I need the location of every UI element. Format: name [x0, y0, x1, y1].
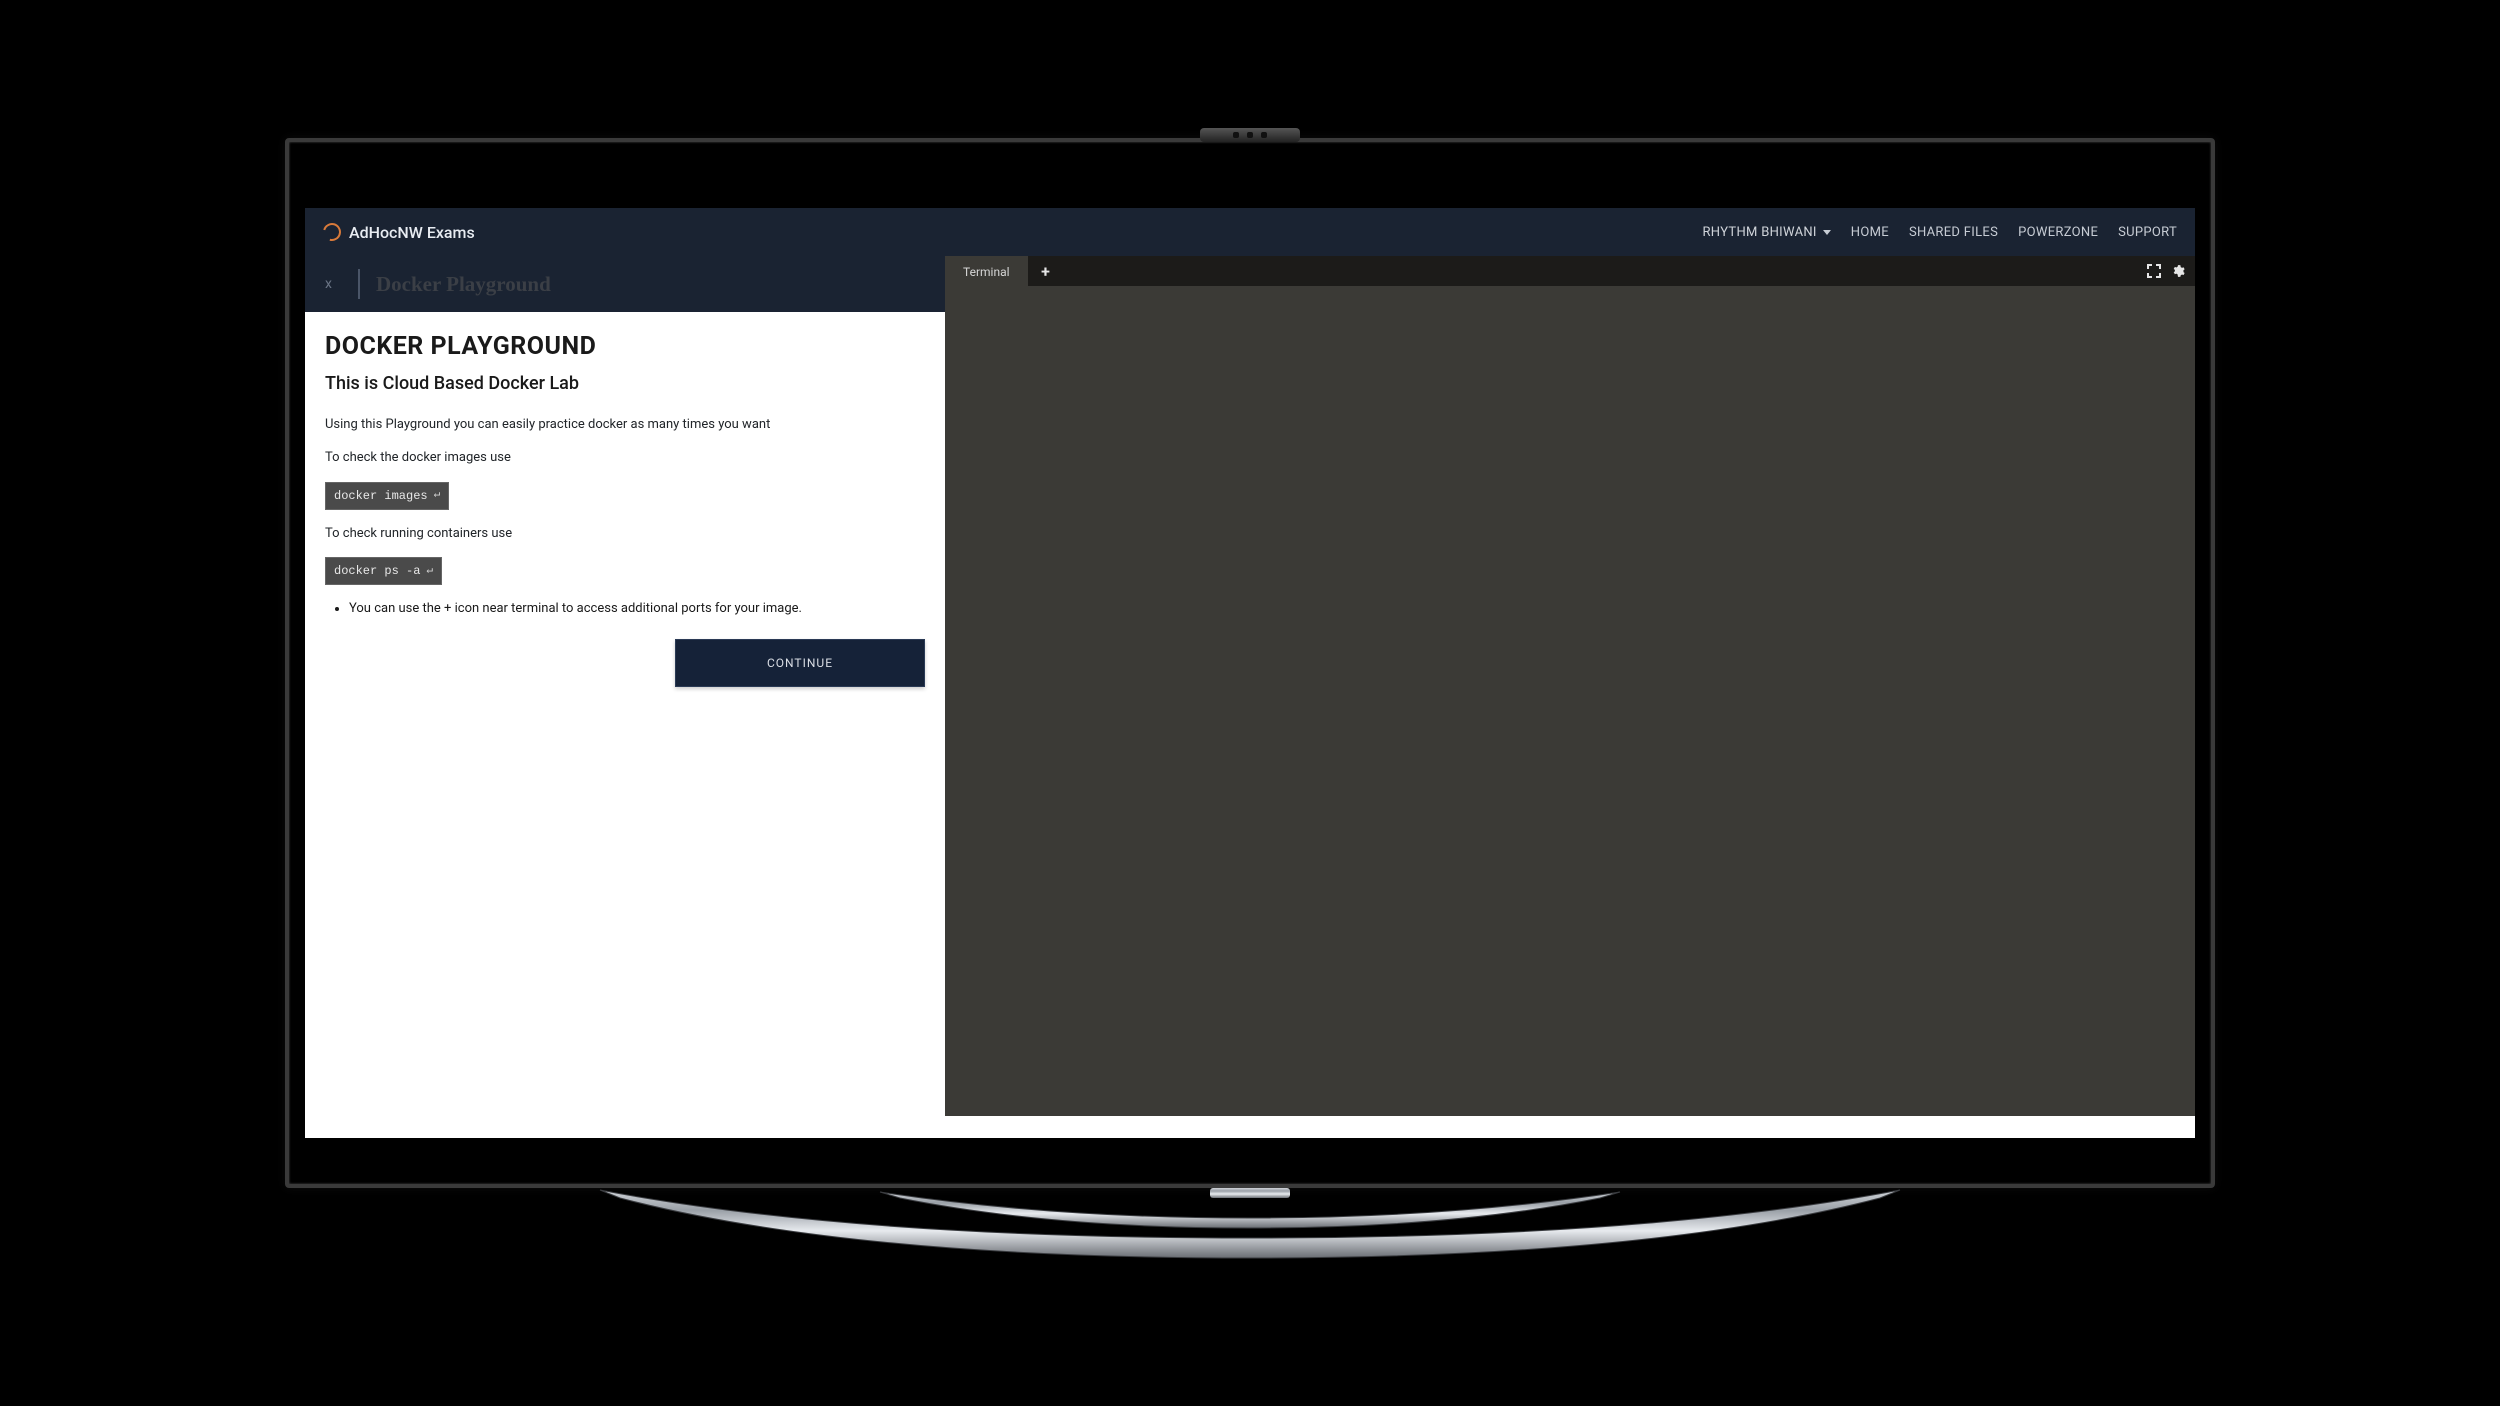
nav-link-support[interactable]: SUPPORT — [2118, 225, 2177, 240]
enter-icon: ↵ — [434, 487, 441, 504]
instructions-tab-header: x Docker Playground — [305, 256, 945, 312]
close-instructions-button[interactable]: x — [325, 276, 342, 292]
nav-link-powerzone[interactable]: POWERZONE — [2018, 225, 2098, 240]
nav-user-menu[interactable]: RHYTHM BHIWANI — [1702, 225, 1830, 240]
brand-text: AdHocNW Exams — [349, 223, 475, 242]
nav-user-name: RHYTHM BHIWANI — [1702, 225, 1816, 240]
app-window: AdHocNW Exams RHYTHM BHIWANI HOME SHARED… — [305, 208, 2195, 1138]
instructions-panel: x Docker Playground DOCKER PLAYGROUND Th… — [305, 256, 945, 1116]
terminal-tab-bar: Terminal + — [945, 256, 2195, 286]
doc-heading: DOCKER PLAYGROUND — [325, 328, 925, 366]
bottom-strip — [305, 1116, 2195, 1138]
add-terminal-button[interactable]: + — [1028, 256, 1064, 286]
terminal-panel: Terminal + — [945, 256, 2195, 1116]
nav-right: RHYTHM BHIWANI HOME SHARED FILES POWERZO… — [1702, 225, 2177, 240]
doc-bullet-ports: You can use the + icon near terminal to … — [349, 599, 925, 619]
code-text: docker images — [334, 487, 428, 505]
fullscreen-button[interactable] — [2147, 264, 2161, 278]
terminal-body[interactable] — [945, 286, 2195, 1116]
terminal-tab[interactable]: Terminal — [945, 256, 1028, 286]
doc-subheading: This is Cloud Based Docker Lab — [325, 370, 925, 397]
tv-stand — [450, 1188, 2050, 1268]
tv-frame: AdHocNW Exams RHYTHM BHIWANI HOME SHARED… — [285, 138, 2215, 1268]
tv-bezel: AdHocNW Exams RHYTHM BHIWANI HOME SHARED… — [285, 138, 2215, 1188]
nav-link-shared-files[interactable]: SHARED FILES — [1909, 225, 1998, 240]
gear-icon — [2171, 264, 2185, 278]
doc-bullets: You can use the + icon near terminal to … — [349, 599, 925, 619]
brand[interactable]: AdHocNW Exams — [323, 223, 475, 242]
brand-logo-icon — [320, 220, 345, 245]
workspace: x Docker Playground DOCKER PLAYGROUND Th… — [305, 256, 2195, 1116]
caret-down-icon — [1823, 230, 1831, 235]
screen: AdHocNW Exams RHYTHM BHIWANI HOME SHARED… — [305, 158, 2195, 1168]
continue-button[interactable]: CONTINUE — [675, 639, 925, 687]
doc-p-images: To check the docker images use — [325, 448, 925, 468]
doc-p-ps: To check running containers use — [325, 524, 925, 544]
instructions-content: DOCKER PLAYGROUND This is Cloud Based Do… — [305, 312, 945, 703]
terminal-toolbar-right — [2147, 256, 2195, 286]
tv-camera-notch — [1200, 128, 1300, 142]
settings-button[interactable] — [2171, 264, 2185, 278]
tab-divider — [358, 269, 360, 299]
terminal-tab-label: Terminal — [963, 265, 1010, 279]
instructions-tab-title: Docker Playground — [376, 272, 551, 297]
nav-link-home[interactable]: HOME — [1851, 225, 1889, 240]
navbar: AdHocNW Exams RHYTHM BHIWANI HOME SHARED… — [305, 208, 2195, 256]
fullscreen-icon — [2147, 264, 2161, 278]
letterbox-bottom — [305, 1138, 2195, 1168]
code-text: docker ps -a — [334, 562, 420, 580]
letterbox-top — [305, 158, 2195, 208]
doc-intro: Using this Playground you can easily pra… — [325, 415, 925, 435]
code-chip-ps[interactable]: docker ps -a ↵ — [325, 557, 442, 585]
enter-icon: ↵ — [426, 563, 433, 580]
code-chip-images[interactable]: docker images ↵ — [325, 482, 449, 510]
plus-icon: + — [1041, 262, 1050, 281]
